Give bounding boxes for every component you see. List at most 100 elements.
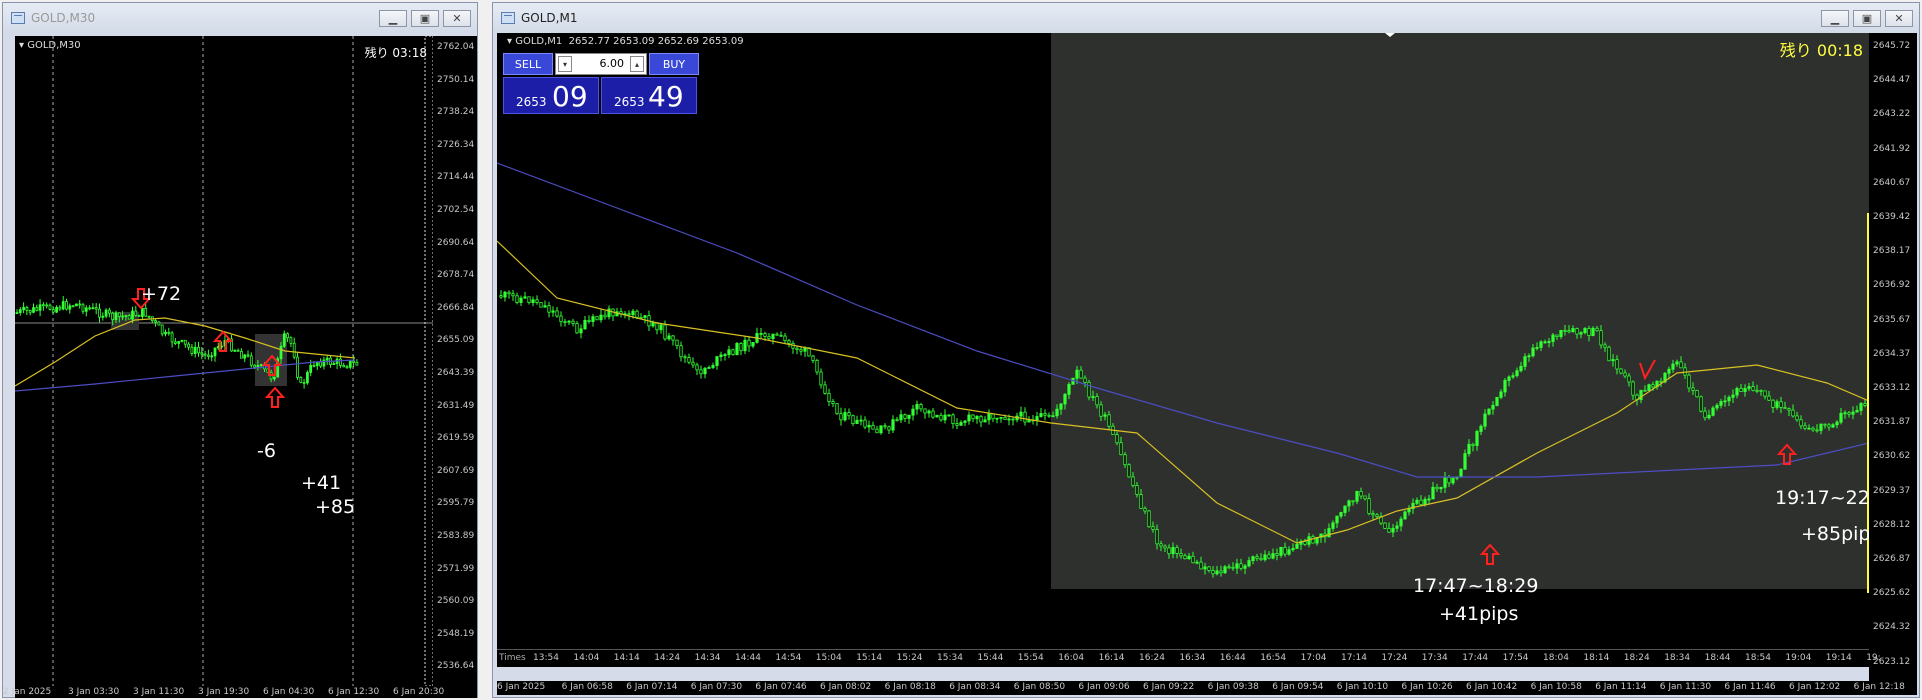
candle-body: [98, 308, 101, 318]
candle-body: [1115, 434, 1119, 444]
candle-body: [1675, 361, 1679, 365]
m1-date-axis[interactable]: 6 Jan 2025 6 Jan 06:58 6 Jan 07:14 6 Jan 07…: [497, 681, 1917, 695]
title-bar[interactable]: GOLD,M30 ▁ ▣ ✕: [3, 3, 477, 33]
chart-shift-marker: [424, 36, 433, 686]
candle-body: [1175, 547, 1179, 554]
gold-m1-window[interactable]: GOLD,M1 ▁ ▣ ✕ ▾ GOLD,M1 2652.77 2653.09 …: [492, 2, 1920, 698]
candle-body: [563, 321, 567, 324]
minimize-button[interactable]: ▁: [1821, 10, 1849, 27]
lot-decrease-icon[interactable]: ▾: [558, 56, 572, 72]
candle-body: [1311, 536, 1315, 544]
date-axis-label: 6 Jan 2025: [497, 682, 546, 692]
sell-price-button[interactable]: 2653 09: [503, 77, 599, 114]
time-axis-label: 2 Jan 2025: [3, 687, 52, 697]
date-axis-label: 6 Jan 10:10: [1336, 682, 1389, 692]
date-axis-label: 6 Jan 10:58: [1530, 682, 1582, 692]
date-axis-label: 6 Jan 12:02: [1789, 682, 1841, 692]
buy-price-button[interactable]: 2653 49: [601, 77, 697, 114]
m1-chart[interactable]: ▾ GOLD,M1 2652.77 2653.09 2652.69 2653.0…: [497, 33, 1869, 649]
candle-body: [995, 417, 999, 420]
times-row-label: 15:14: [856, 653, 883, 663]
gold-m30-window[interactable]: GOLD,M30 ▁ ▣ ✕ ▾ GOLD,M30 残り 03:18 +72 -…: [2, 2, 478, 698]
price-axis-label: 2560.09: [437, 596, 475, 607]
times-row-label: 17:34: [1421, 653, 1448, 663]
date-axis-label: 6 Jan 08:02: [820, 682, 872, 692]
lot-size-field[interactable]: ▾ 6.00 ▴: [555, 53, 647, 75]
date-axis-label: 6 Jan 11:14: [1595, 682, 1647, 692]
candle-body: [1247, 560, 1251, 567]
candle-body: [240, 350, 243, 359]
sell-button[interactable]: SELL: [503, 53, 553, 75]
candle-body: [101, 315, 105, 318]
candle-body: [1543, 341, 1547, 344]
candle-body: [1519, 365, 1523, 372]
candle-body: [519, 297, 523, 303]
buy-button[interactable]: BUY: [649, 53, 699, 75]
times-row-label: 17:44: [1462, 653, 1489, 663]
candle-body: [907, 414, 911, 419]
candle-body: [325, 357, 329, 361]
close-button[interactable]: ✕: [443, 10, 471, 27]
candle-body: [35, 307, 39, 311]
candle-body: [1791, 409, 1795, 417]
candle-body: [891, 419, 895, 431]
candle-body: [1671, 363, 1675, 370]
candle-body: [1799, 419, 1803, 427]
price-axis-label: 2619.59: [437, 433, 475, 444]
candle-body: [157, 321, 161, 326]
candle-body: [273, 376, 276, 380]
close-button[interactable]: ✕: [1885, 10, 1913, 27]
candle-body: [61, 301, 65, 310]
candle-body: [1499, 391, 1503, 398]
candle-body: [38, 304, 42, 311]
maximize-button[interactable]: ▣: [1853, 10, 1881, 27]
candle-body: [971, 414, 975, 420]
price-axis-label: 2644.47: [1873, 75, 1911, 86]
times-row-label: 17:54: [1502, 653, 1529, 663]
candle-body: [959, 422, 963, 426]
lot-increase-icon[interactable]: ▴: [630, 56, 644, 72]
m30-price-axis[interactable]: 2762.04 2750.14 2738.24 2726.34 2714.44 2702.…: [433, 36, 477, 686]
candle-body: [695, 364, 699, 371]
date-axis-label: 6 Jan 07:46: [755, 682, 807, 692]
m30-time-axis[interactable]: 2 Jan 2025 3 Jan 03:30 3 Jan 11:30 3 Jan 19…: [3, 686, 477, 698]
candle-body: [1535, 347, 1539, 349]
title-bar[interactable]: GOLD,M1 ▁ ▣ ✕: [493, 3, 1919, 33]
times-row-label: 14:04: [573, 653, 600, 663]
candle-body: [903, 414, 907, 419]
chart-symbol-label[interactable]: ▾ GOLD,M30: [19, 40, 81, 51]
candle-body: [1375, 514, 1379, 517]
candle-body: [282, 333, 286, 347]
buy-price-big: 49: [648, 80, 684, 113]
candle-body: [651, 322, 655, 327]
times-row-label: 14:14: [613, 653, 640, 663]
candle-body: [131, 310, 134, 320]
candle-body: [45, 304, 49, 307]
candle-body: [1263, 554, 1267, 561]
minimize-button[interactable]: ▁: [379, 10, 407, 27]
candle-body: [543, 305, 547, 308]
date-axis-label: 6 Jan 10:42: [1466, 682, 1518, 692]
candle-body: [987, 413, 991, 421]
times-row-label: 16:04: [1058, 653, 1085, 663]
candle-body: [306, 372, 309, 384]
candle-body: [975, 415, 979, 420]
candle-body: [1211, 570, 1215, 575]
candle-body: [1591, 327, 1595, 337]
candle-body: [243, 354, 247, 359]
candle-body: [583, 319, 587, 330]
times-row-label: 14:34: [694, 653, 721, 663]
m1-price-axis[interactable]: 2645.72 2644.47 2643.22 2641.92 2640.67 2639.…: [1869, 33, 1917, 681]
window-title: GOLD,M1: [521, 11, 578, 25]
candle-body: [1851, 411, 1855, 415]
candle-body: [342, 365, 346, 368]
m30-chart[interactable]: ▾ GOLD,M30 残り 03:18 +72 -6 +41 +85: [15, 36, 433, 686]
maximize-button[interactable]: ▣: [411, 10, 439, 27]
candle-body: [1491, 405, 1495, 410]
candle-body: [919, 404, 923, 410]
candle-body: [747, 339, 751, 347]
candle-body: [1755, 389, 1759, 392]
candle-body: [78, 303, 82, 306]
price-axis-label: 2762.04: [437, 42, 475, 52]
candle-body: [1039, 413, 1043, 417]
